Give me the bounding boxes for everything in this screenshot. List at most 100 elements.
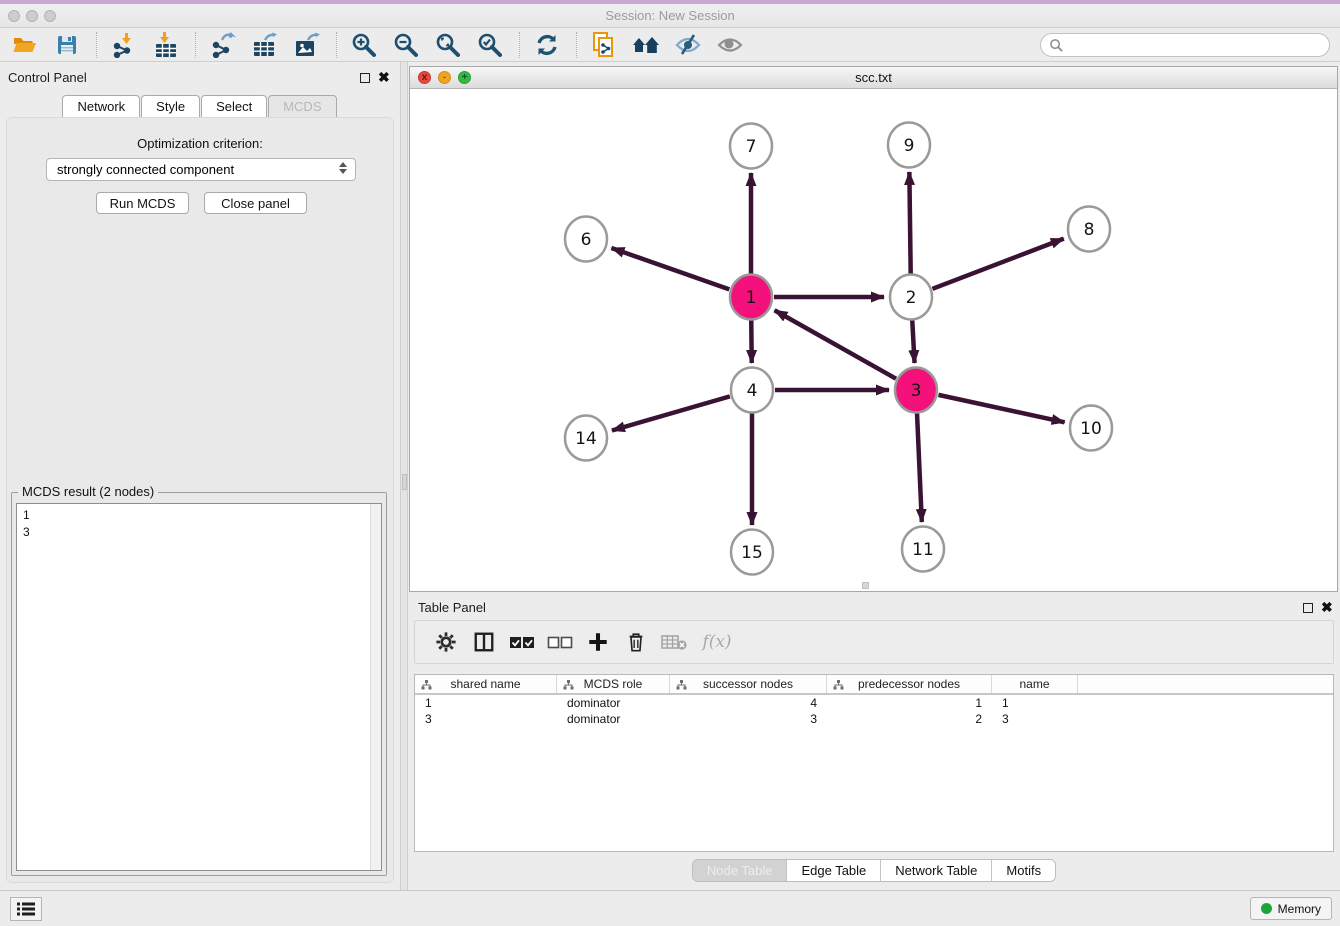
close-panel-button[interactable]: Close panel [204,192,307,214]
export-image-button[interactable] [290,30,324,60]
graph-node-2[interactable]: 2 [890,275,932,320]
save-session-button[interactable] [50,30,84,60]
network-window-titlebar[interactable]: x - + scc.txt [410,67,1337,89]
run-mcds-button[interactable]: Run MCDS [96,192,189,214]
cell-shared-name[interactable]: 1 [415,695,557,711]
tab-mcds[interactable]: MCDS [268,95,336,117]
graph-node-11[interactable]: 11 [902,527,944,572]
graph-node-label: 1 [746,288,757,308]
table-header-row: shared name MCDS role successor nodes [415,675,1333,695]
delete-table-button[interactable] [657,627,691,657]
cell-successor-nodes[interactable]: 3 [670,711,827,727]
column-header-successor-nodes[interactable]: successor nodes [670,675,827,693]
column-header-name[interactable]: name [992,675,1078,693]
show-columns-button[interactable] [467,627,501,657]
cell-mcds-role[interactable]: dominator [557,711,670,727]
graph-node-9[interactable]: 9 [888,123,930,168]
table-tabs: Node Table Edge Table Network Table Moti… [408,859,1340,882]
task-history-button[interactable] [10,897,42,921]
tab-select[interactable]: Select [201,95,267,117]
graph-node-10[interactable]: 10 [1070,406,1112,451]
graph-node-label: 11 [912,540,934,560]
tab-network[interactable]: Network [62,95,140,117]
graph-edge-3-11[interactable] [917,413,922,522]
graph-node-1[interactable]: 1 [730,275,772,320]
cell-successor-nodes[interactable]: 4 [670,695,827,711]
column-header-predecessor-nodes[interactable]: predecessor nodes [827,675,992,693]
cell-shared-name[interactable]: 3 [415,711,557,727]
select-all-button[interactable] [505,627,539,657]
column-header-shared-name[interactable]: shared name [415,675,557,693]
graph-edge-4-14[interactable] [612,396,730,430]
graph-node-3[interactable]: 3 [895,368,937,413]
graph-node-15[interactable]: 15 [731,530,773,575]
tab-network-table[interactable]: Network Table [881,860,992,881]
graph-node-label: 14 [575,429,597,449]
export-network-button[interactable] [206,30,240,60]
zoom-out-icon [393,32,419,58]
first-neighbors-button[interactable] [629,30,663,60]
column-header-mcds-role[interactable]: MCDS role [557,675,670,693]
graph-node-4[interactable]: 4 [731,368,773,413]
status-bar: Memory [0,890,1340,926]
graph-edge-2-8[interactable] [932,239,1063,289]
zoom-out-button[interactable] [389,30,423,60]
criterion-dropdown[interactable]: strongly connected component [46,158,356,181]
fit-content-button[interactable] [431,30,465,60]
table-panel-float-icon[interactable] [1303,603,1313,613]
function-builder-button[interactable]: f(x) [695,627,739,657]
export-table-button[interactable] [248,30,282,60]
graph-node-8[interactable]: 8 [1068,207,1110,252]
apply-layout-button[interactable] [530,30,564,60]
control-panel-float-icon[interactable] [360,73,370,83]
zoom-selected-button[interactable] [473,30,507,60]
control-panel-close-icon[interactable]: ✖ [378,69,390,85]
open-file-button[interactable] [8,30,42,60]
import-table-button[interactable] [149,30,183,60]
add-column-button[interactable] [581,627,615,657]
network-graph[interactable]: 7 9 6 8 1 2 4 3 14 10 15 11 [410,89,1337,591]
graph-edge-2-3[interactable] [912,320,914,363]
mcds-result-textarea[interactable]: 1 3 [16,503,382,871]
table-row[interactable]: 3 dominator 3 2 3 [415,711,1333,727]
search-box[interactable] [1040,33,1330,57]
graph-node-label: 7 [746,137,757,157]
table-row[interactable]: 1 dominator 4 1 1 [415,695,1333,711]
panel-splitter[interactable] [400,62,408,890]
import-network-icon [111,32,137,58]
splitter-handle-icon[interactable] [402,474,407,490]
cell-name[interactable]: 1 [992,695,1078,711]
result-scrollbar[interactable] [370,504,381,870]
graph-node-7[interactable]: 7 [730,124,772,169]
graph-edge-3-10[interactable] [938,395,1064,422]
zoom-in-button[interactable] [347,30,381,60]
tab-style[interactable]: Style [141,95,200,117]
deselect-all-button[interactable] [543,627,577,657]
network-canvas[interactable]: 7 9 6 8 1 2 4 3 14 10 15 11 [410,89,1337,591]
show-hidden-button[interactable] [713,30,747,60]
search-input[interactable] [1064,35,1329,55]
graph-node-14[interactable]: 14 [565,416,607,461]
memory-status-icon [1261,903,1272,914]
duplicate-network-button[interactable] [587,30,621,60]
graph-edge-3-1[interactable] [775,310,896,378]
cell-predecessor-nodes[interactable]: 1 [827,695,992,711]
table-panel-close-icon[interactable]: ✖ [1321,599,1333,615]
import-network-button[interactable] [107,30,141,60]
cell-predecessor-nodes[interactable]: 2 [827,711,992,727]
refresh-icon [534,32,560,58]
tab-node-table[interactable]: Node Table [693,860,788,881]
cell-name[interactable]: 3 [992,711,1078,727]
graph-node-6[interactable]: 6 [565,217,607,262]
tab-motifs[interactable]: Motifs [992,860,1055,881]
cell-mcds-role[interactable]: dominator [557,695,670,711]
canvas-resize-grip[interactable] [862,582,869,589]
table-options-button[interactable] [429,627,463,657]
hide-selected-button[interactable] [671,30,705,60]
attribute-tree-icon [421,680,432,690]
graph-edge-2-9[interactable] [909,172,910,274]
tab-edge-table[interactable]: Edge Table [787,860,881,881]
graph-edge-1-6[interactable] [611,248,729,289]
memory-button[interactable]: Memory [1250,897,1332,920]
delete-column-button[interactable] [619,627,653,657]
